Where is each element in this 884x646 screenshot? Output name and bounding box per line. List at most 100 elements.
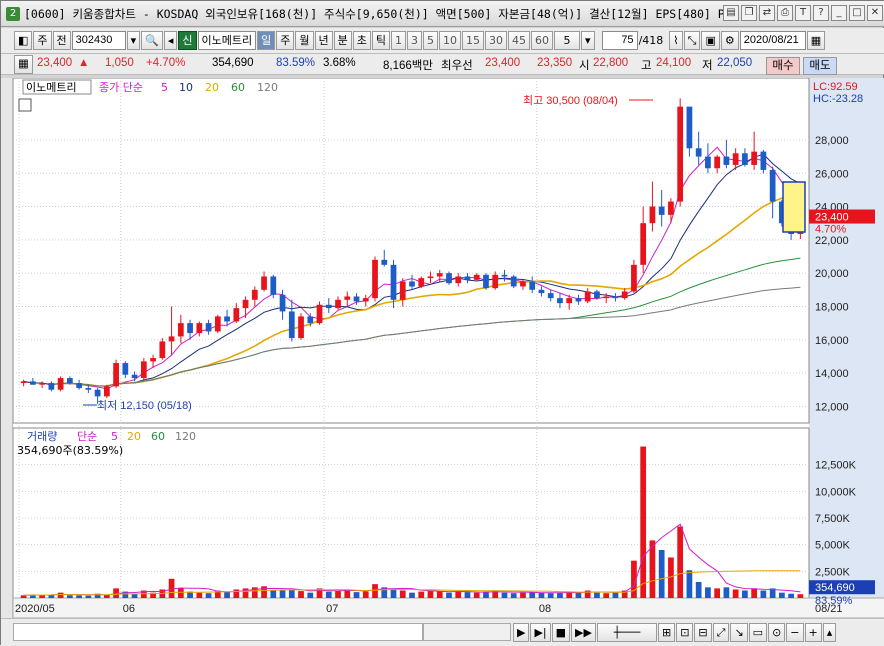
tab-day[interactable]: 일 [257, 31, 276, 50]
tab-tick[interactable]: 틱 [371, 31, 391, 50]
interval-5[interactable]: 5 [423, 31, 439, 50]
tab-minute[interactable]: 분 [333, 31, 352, 50]
up-arrow-icon: ▲ [78, 57, 90, 69]
interval-10[interactable]: 10 [439, 31, 462, 50]
date-input[interactable]: 2020/08/21 [739, 31, 806, 50]
line-icon[interactable]: ↘ [730, 623, 748, 642]
interval-45[interactable]: 45 [508, 31, 531, 50]
volume-tick: 7,500K [815, 513, 851, 525]
zoom-in-icon[interactable]: ⊞ [657, 623, 676, 642]
tab-month[interactable]: 월 [295, 31, 314, 50]
volume-bar [714, 588, 721, 598]
search-icon[interactable]: 🔍 [141, 31, 163, 50]
last-price-label: 23,400 [815, 212, 849, 224]
interval-select[interactable]: 5 [554, 31, 581, 50]
chart-svg[interactable]: 28,00026,00024,00022,00020,00018,00016,0… [12, 77, 884, 619]
help-icon[interactable]: ? [813, 5, 829, 21]
calendar-icon[interactable]: ▦ [806, 31, 826, 50]
code-dropdown-icon[interactable]: ▾ [126, 31, 141, 50]
price-tick: 28,000 [815, 135, 849, 147]
plus-icon[interactable]: + [804, 623, 822, 642]
candle-body [251, 289, 258, 300]
minimize-icon[interactable]: _ [831, 5, 847, 21]
arrow-icon[interactable]: ⤢ [712, 623, 730, 642]
fast-icon[interactable]: ▶▶ [571, 623, 596, 642]
maximize-icon[interactable]: □ [849, 5, 865, 21]
volume-bar [270, 590, 277, 598]
speed-slider[interactable]: ┼─── [596, 623, 657, 642]
chart-type-icon[interactable]: ⌇ [669, 31, 683, 50]
link-icon[interactable]: ⇄ [759, 5, 775, 21]
volume-bar [362, 591, 369, 598]
volume-bar [705, 587, 711, 598]
candle-body [612, 296, 619, 299]
interval-dropdown-icon[interactable]: ▾ [581, 31, 595, 50]
stock-name-field[interactable]: 이노메트리 [197, 31, 257, 50]
candle-body [742, 153, 748, 165]
legend-ma-120: 120 [257, 81, 278, 94]
tab-second[interactable]: 초 [352, 31, 371, 50]
play-icon[interactable]: ▶ [513, 623, 530, 642]
candle-body [557, 298, 563, 304]
interval-3[interactable]: 3 [407, 31, 423, 50]
minus-icon[interactable]: − [786, 623, 804, 642]
volume-bar [538, 592, 545, 598]
volume-bar [242, 588, 249, 598]
volume-bar [520, 592, 526, 598]
low-price: 22,050 [717, 57, 753, 69]
app-icon: 2 [6, 6, 20, 21]
volume-legend-ma-20: 20 [127, 430, 141, 443]
period-select[interactable]: 주 [33, 31, 52, 50]
buy-button[interactable]: 매수 [766, 57, 800, 75]
volume-bar [399, 590, 406, 598]
volume-bar [418, 591, 425, 598]
step-icon[interactable]: ▶| [530, 623, 551, 642]
layout2-icon[interactable]: ▦ [14, 55, 33, 74]
zoom-all-icon[interactable]: ⊟ [694, 623, 712, 642]
print-icon[interactable]: ⎙ [777, 5, 793, 21]
sell-button[interactable]: 매도 [803, 57, 837, 75]
lc-label: LC:92.59 [813, 81, 858, 93]
current-price: 23,400 [37, 57, 73, 69]
legend-ma-10: 10 [179, 81, 193, 94]
restore-icon[interactable]: ❐ [741, 5, 757, 21]
candle-body [520, 281, 526, 287]
volume-bar [335, 590, 341, 598]
candle-body [103, 386, 110, 397]
interval-15[interactable]: 15 [462, 31, 485, 50]
candle-body [85, 388, 92, 390]
box-icon[interactable]: ▭ [748, 623, 768, 642]
bottom-bar: ▶ ▶| ■ ▶▶ ┼─── ⊞ ⊡ ⊟ ⤢ ↘ ▭ ⊙ − + ▴ [1, 618, 884, 646]
candle-body [177, 323, 184, 337]
close-icon[interactable]: ✕ [867, 5, 883, 21]
tab-week[interactable]: 주 [276, 31, 295, 50]
layout-icon[interactable]: ◧ [14, 31, 33, 50]
tab-year[interactable]: 년 [314, 31, 333, 50]
menu-icon[interactable]: ▴ [822, 623, 837, 642]
scroll-track[interactable] [13, 623, 423, 641]
turnover: 3.68% [323, 57, 356, 69]
volume-bar [695, 582, 702, 598]
interval-30[interactable]: 30 [485, 31, 508, 50]
zoom-fit-icon[interactable]: ⊡ [676, 623, 694, 642]
stock-code-input[interactable]: 302430 [71, 31, 126, 50]
text-icon[interactable]: T [795, 5, 811, 21]
candle-body [538, 289, 545, 294]
save-icon[interactable]: ▣ [701, 31, 720, 50]
credit-badge[interactable]: 신 [178, 31, 197, 50]
sound-icon[interactable]: ◂ [163, 31, 178, 50]
memo-icon[interactable]: ▤ [723, 5, 739, 21]
candle-body [325, 304, 332, 309]
interval-60[interactable]: 60 [531, 31, 554, 50]
gear-icon[interactable]: ⚙ [720, 31, 739, 50]
volume-ratio: 83.59% [276, 57, 316, 69]
interval-1[interactable]: 1 [391, 31, 407, 50]
tool-icon[interactable]: ⤡ [683, 31, 701, 50]
candle-body [353, 296, 360, 302]
count-input[interactable]: 75 [601, 31, 638, 50]
magnify-icon[interactable]: ⊙ [768, 623, 786, 642]
prev-button[interactable]: 전 [52, 31, 71, 50]
volume-bar [233, 589, 240, 598]
stop-icon[interactable]: ■ [551, 623, 571, 642]
scroll-handle[interactable] [423, 623, 511, 641]
